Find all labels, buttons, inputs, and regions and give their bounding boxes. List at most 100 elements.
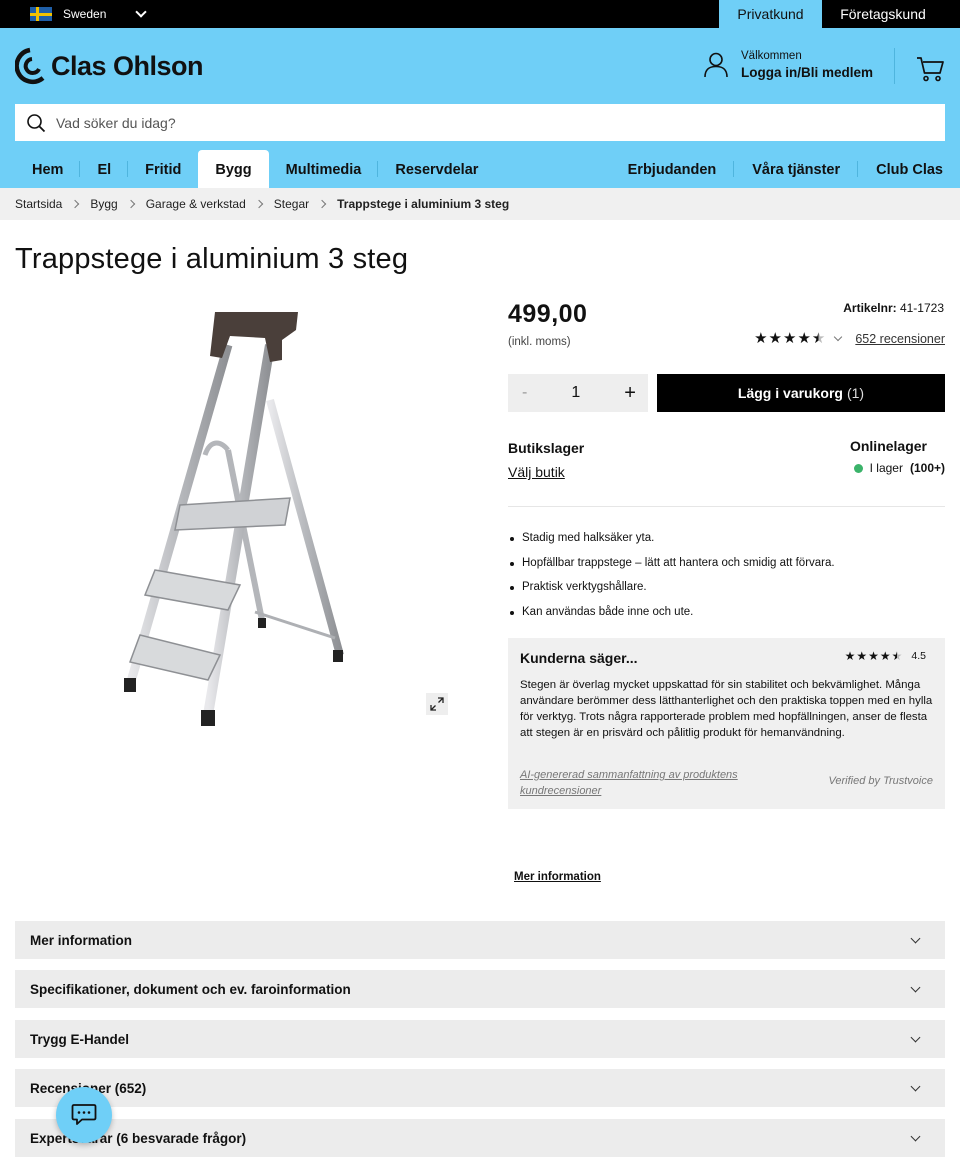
- user-icon: [704, 52, 728, 78]
- summary-stars: ★ ★ ★ ★ ★: [845, 650, 903, 662]
- chevron-down-icon: [910, 933, 921, 943]
- top-bar: Sweden Privatkund Företagskund: [0, 0, 960, 28]
- chevron-right-icon: [71, 199, 80, 209]
- accordion-label: Specifikationer, dokument och ev. faroin…: [30, 981, 351, 997]
- region-label: Sweden: [63, 7, 107, 21]
- nav-item-hem[interactable]: Hem: [15, 150, 81, 188]
- nav-item-fritid[interactable]: Fritid: [128, 150, 198, 188]
- in-stock-dot-icon: [853, 463, 863, 473]
- cart-count: (1): [846, 385, 865, 401]
- vat-note: (inkl. moms): [508, 336, 571, 348]
- ai-summary-note[interactable]: AI-genererad sammanfattning av produkten…: [520, 767, 770, 799]
- star-half-icon: ★: [811, 330, 826, 347]
- star-full-icon: ★: [797, 330, 811, 347]
- quantity-stepper: - 1 +: [508, 374, 648, 412]
- logo-mark-icon: [15, 47, 45, 84]
- private-customer-tab[interactable]: Privatkund: [719, 0, 822, 28]
- breadcrumb-current: Trappstege i aluminium 3 steg: [337, 197, 510, 211]
- accordion-reviews[interactable]: Recensioner (652): [15, 1069, 945, 1107]
- divider: [508, 506, 945, 507]
- main-nav: Hem El Fritid Bygg Multimedia Reservdela…: [15, 150, 495, 188]
- price: 499,00: [508, 300, 588, 328]
- welcome-text: Välkommen: [741, 50, 802, 62]
- nav-item-erbjudanden[interactable]: Erbjudanden: [610, 150, 735, 188]
- summary-rating: ★ ★ ★ ★ ★ 4.5: [845, 650, 926, 662]
- star-full-icon: ★: [844, 649, 856, 663]
- accordion-more-info[interactable]: Mer information: [15, 921, 945, 959]
- login-text: Logga in/Bli medlem: [741, 65, 874, 80]
- more-info-link[interactable]: Mer information: [514, 871, 601, 883]
- chevron-down-icon: [910, 1131, 921, 1141]
- star-half-icon: ★: [891, 649, 903, 663]
- chat-bubble-icon: [71, 1104, 97, 1125]
- breadcrumb: Startsida Bygg Garage & verkstad Stegar …: [0, 188, 960, 220]
- reviews-link[interactable]: 652 recensioner: [855, 332, 945, 346]
- star-full-icon: ★: [754, 330, 768, 347]
- secondary-nav: Erbjudanden Våra tjänster Club Clas: [610, 150, 945, 188]
- brand-logo[interactable]: Clas Ohlson: [15, 47, 204, 85]
- add-to-cart-button[interactable]: Lägg i varukorg (1): [657, 374, 945, 412]
- choose-store-link[interactable]: Välj butik: [508, 464, 565, 480]
- chevron-down-icon: [910, 1032, 921, 1042]
- breadcrumb-stegar[interactable]: Stegar: [274, 197, 309, 211]
- rating-row: ★ ★ ★ ★ ★ 652 recensioner: [754, 331, 945, 346]
- accordion-label: Trygg E-Handel: [30, 1031, 130, 1047]
- expand-icon: [430, 697, 444, 711]
- stock-count: (100+): [909, 461, 945, 475]
- search-icon[interactable]: [26, 113, 46, 133]
- region-selector[interactable]: Sweden: [30, 6, 148, 22]
- accordion-safe-ecommerce[interactable]: Trygg E-Handel: [15, 1020, 945, 1058]
- nav-item-reservdelar[interactable]: Reservdelar: [378, 150, 495, 188]
- feature-item: Kan användas både inne och ute.: [510, 606, 835, 621]
- feature-list: Stadig med halksäker yta. Hopfällbar tra…: [510, 532, 835, 630]
- accordion-expert-answers[interactable]: Expertsvarar (6 besvarade frågor): [15, 1119, 945, 1157]
- nav-item-vara-tjanster[interactable]: Våra tjänster: [734, 150, 858, 188]
- online-stock-heading: Onlinelager: [849, 438, 927, 454]
- article-value: 41-1723: [899, 301, 944, 315]
- account-link[interactable]: Välkommen Logga in/Bli medlem: [704, 50, 873, 80]
- breadcrumb-bygg[interactable]: Bygg: [90, 197, 117, 211]
- summary-score: 4.5: [911, 650, 926, 662]
- chevron-down-icon[interactable]: [834, 332, 843, 341]
- nav-item-el[interactable]: El: [80, 150, 128, 188]
- page-title: Trappstege i aluminium 3 steg: [15, 243, 409, 275]
- product-image[interactable]: [100, 300, 400, 730]
- stock-text: I lager: [869, 461, 903, 475]
- quantity-value[interactable]: 1: [571, 384, 580, 402]
- article-label: Artikelnr:: [843, 301, 897, 315]
- chevron-down-icon: [910, 982, 921, 992]
- search-input[interactable]: [56, 114, 945, 131]
- sweden-flag-icon: [30, 7, 52, 21]
- shopping-cart-icon[interactable]: [916, 55, 944, 83]
- star-full-icon: ★: [868, 649, 879, 663]
- article-number: Artikelnr: 41-1723: [843, 301, 944, 315]
- nav-item-multimedia[interactable]: Multimedia: [269, 150, 379, 188]
- chevron-right-icon: [126, 199, 135, 209]
- star-full-icon: ★: [782, 330, 797, 347]
- site-header: Clas Ohlson Välkommen Logga in/Bli medle…: [0, 28, 960, 188]
- accordion-specifications[interactable]: Specifikationer, dokument och ev. faroin…: [15, 970, 945, 1008]
- chat-button[interactable]: [56, 1087, 112, 1143]
- chevron-down-icon: [135, 6, 148, 18]
- nav-item-club-clas[interactable]: Club Clas: [858, 150, 945, 188]
- chevron-right-icon: [317, 199, 327, 209]
- star-rating[interactable]: ★ ★ ★ ★ ★: [754, 331, 825, 346]
- nav-item-bygg[interactable]: Bygg: [198, 150, 269, 188]
- feature-item: Stadig med halksäker yta.: [510, 532, 835, 547]
- accordion-label: Mer information: [30, 932, 133, 948]
- summary-text: Stegen är överlag mycket uppskattad för …: [520, 679, 933, 739]
- quantity-increase-button[interactable]: +: [624, 382, 636, 405]
- quantity-decrease-button[interactable]: -: [522, 384, 527, 402]
- add-to-cart-label: Lägg i varukorg: [737, 385, 843, 401]
- business-customer-tab[interactable]: Företagskund: [822, 0, 944, 28]
- expand-image-button[interactable]: [426, 693, 448, 715]
- breadcrumb-startsida[interactable]: Startsida: [15, 197, 62, 211]
- header-divider: [894, 48, 895, 84]
- search-bar: [15, 104, 945, 141]
- star-full-icon: ★: [856, 649, 868, 663]
- online-stock-status: I lager (100+): [853, 461, 945, 475]
- brand-name: Clas Ohlson: [51, 50, 204, 81]
- store-stock-heading: Butikslager: [508, 440, 585, 456]
- star-full-icon: ★: [879, 649, 891, 663]
- breadcrumb-garage[interactable]: Garage & verkstad: [146, 197, 246, 211]
